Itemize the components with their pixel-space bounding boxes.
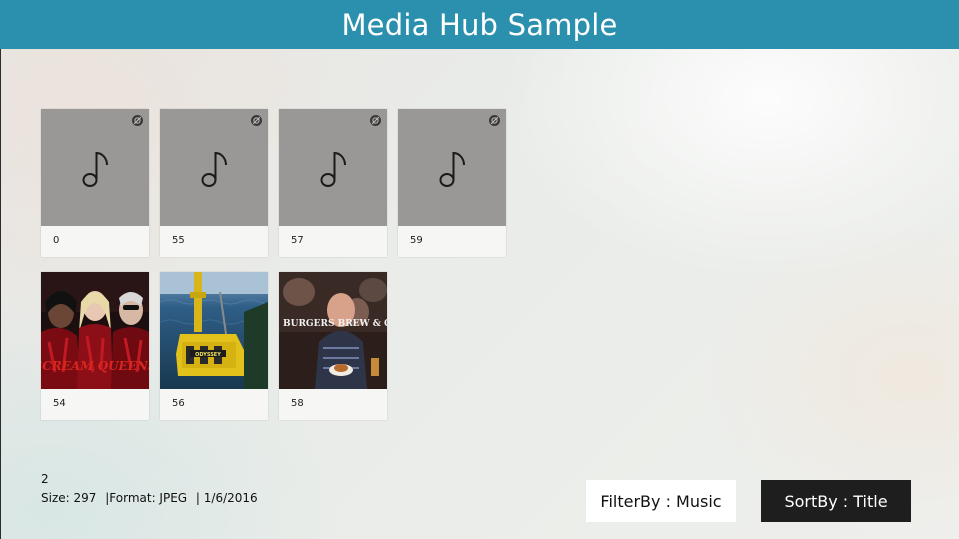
media-tile[interactable]: 59: [398, 109, 506, 257]
tile-label: 58: [291, 398, 304, 409]
no-image-badge-icon: [132, 115, 143, 126]
submarine-photo-image: ODYSSEY: [160, 272, 268, 389]
media-thumbnail: BURGERS BREW & QUE: [279, 272, 387, 389]
media-thumbnail: [398, 109, 506, 226]
tile-label: 56: [172, 398, 185, 409]
media-thumbnail: [41, 109, 149, 226]
tile-label: 54: [53, 398, 66, 409]
tv-show-poster-image: SCREAM QUEENS: [41, 272, 149, 389]
no-image-badge-icon: [489, 115, 500, 126]
file-size: Size: 297: [41, 491, 97, 505]
media-tile[interactable]: ODYSSEY 56: [160, 272, 268, 420]
app-header: Media Hub Sample: [0, 0, 959, 49]
selection-metadata: Size: 297 |Format: JPEG | 1/6/2016: [41, 490, 258, 506]
tile-label: 57: [291, 235, 304, 246]
media-tile[interactable]: 57: [279, 109, 387, 257]
poster-title: SCREAM QUEENS: [41, 359, 149, 373]
selection-count: 2: [41, 472, 49, 486]
music-note-icon: [201, 151, 227, 187]
media-tile[interactable]: 0: [41, 109, 149, 257]
file-format: |Format: JPEG: [105, 491, 188, 505]
window-edge: [0, 0, 1, 539]
selection-info: 2 Size: 297 |Format: JPEG | 1/6/2016: [41, 472, 258, 506]
tile-label: 55: [172, 235, 185, 246]
no-image-badge-icon: [251, 115, 262, 126]
media-thumbnail: [160, 109, 268, 226]
page-title: Media Hub Sample: [341, 7, 618, 42]
no-image-badge-icon: [370, 115, 381, 126]
media-thumbnail: SCREAM QUEENS: [41, 272, 149, 389]
show-title-overlay: BURGERS BREW & QUE: [283, 319, 387, 329]
music-note-icon: [82, 151, 108, 187]
media-tile[interactable]: BURGERS BREW & QUE 58: [279, 272, 387, 420]
filter-button[interactable]: FilterBy : Music: [586, 480, 736, 522]
media-tile[interactable]: 55: [160, 109, 268, 257]
music-note-icon: [320, 151, 346, 187]
media-thumbnail: [279, 109, 387, 226]
food-show-photo-image: BURGERS BREW & QUE: [279, 272, 387, 389]
submarine-name: ODYSSEY: [195, 352, 221, 358]
tile-label: 59: [410, 235, 423, 246]
tile-label: 0: [53, 235, 60, 246]
media-tile[interactable]: SCREAM QUEENS 54: [41, 272, 149, 420]
sort-button[interactable]: SortBy : Title: [761, 480, 911, 522]
music-note-icon: [439, 151, 465, 187]
media-thumbnail: ODYSSEY: [160, 272, 268, 389]
file-date: | 1/6/2016: [195, 491, 258, 505]
